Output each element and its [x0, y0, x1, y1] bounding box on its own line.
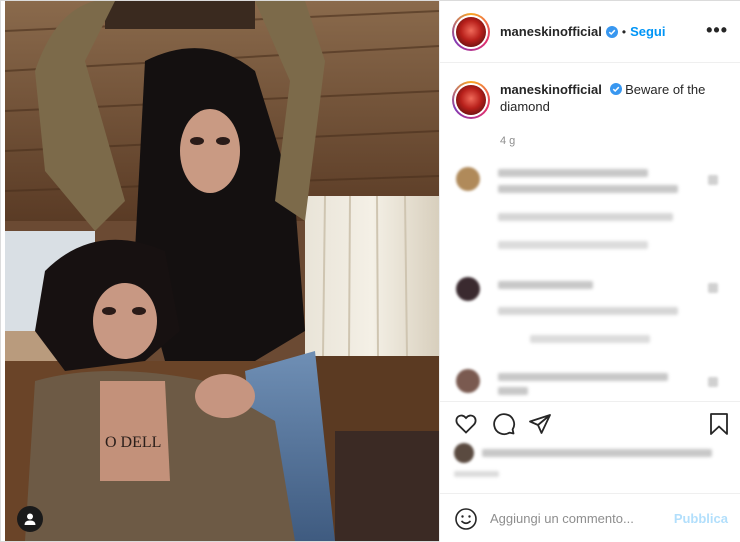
post-header: maneskinofficial • Segui ••• — [440, 1, 740, 63]
comment-like-icon[interactable] — [708, 377, 718, 387]
comment-avatar — [456, 167, 480, 191]
comment-icon[interactable] — [492, 412, 516, 436]
tattoo-text: O DELL — [105, 434, 161, 451]
caption-username[interactable]: maneskinofficial — [500, 82, 602, 97]
liker-avatar — [454, 443, 474, 463]
comment-text-blurred — [498, 373, 668, 381]
add-comment-bar: Pubblica — [440, 493, 740, 542]
comments-list — [440, 159, 740, 399]
caption-avatar[interactable] — [452, 81, 490, 119]
caption-timestamp[interactable]: 4 g — [500, 133, 720, 150]
action-bar — [440, 401, 740, 491]
comment-input[interactable] — [490, 511, 670, 526]
comment-text-blurred — [498, 185, 678, 193]
comment-avatar — [456, 369, 480, 393]
comment-avatar — [456, 277, 480, 301]
avatar[interactable] — [452, 12, 490, 51]
comment-reply-blurred — [498, 213, 673, 221]
post-photo[interactable]: O DELL — [5, 1, 439, 541]
post-username[interactable]: maneskinofficial — [500, 24, 602, 39]
bookmark-icon[interactable] — [708, 412, 730, 436]
post-photo-illustration: O DELL — [5, 1, 439, 541]
smiley-icon[interactable] — [454, 507, 478, 531]
comment-text-blurred — [498, 281, 593, 289]
comment-reply-blurred — [498, 307, 678, 315]
comment-reply-blurred — [498, 241, 648, 249]
publish-button[interactable]: Pubblica — [674, 511, 728, 526]
likes-date-blurred — [454, 471, 499, 477]
verified-badge-icon — [605, 25, 618, 38]
more-options-button[interactable]: ••• — [706, 21, 728, 39]
paper-plane-icon[interactable] — [528, 412, 552, 436]
person-icon — [24, 513, 36, 525]
comment-text-blurred — [498, 169, 648, 177]
likes-text-blurred — [482, 449, 712, 457]
comment-reply-blurred — [530, 335, 650, 343]
instagram-post-window: O DELL maneskinofficial • Segui ••• mane… — [0, 0, 740, 542]
comment-text-blurred — [498, 387, 528, 395]
comment-like-icon[interactable] — [708, 175, 718, 185]
post-caption: maneskinofficial Beware of the diamond 4… — [452, 81, 732, 150]
verified-badge-icon — [609, 83, 622, 95]
separator-dot: • — [621, 24, 627, 39]
post-side-panel: maneskinofficial • Segui ••• maneskinoff… — [439, 1, 740, 542]
user-tag-button[interactable] — [17, 506, 43, 532]
heart-icon[interactable] — [454, 412, 478, 436]
follow-button[interactable]: Segui — [630, 24, 665, 39]
comment-like-icon[interactable] — [708, 283, 718, 293]
